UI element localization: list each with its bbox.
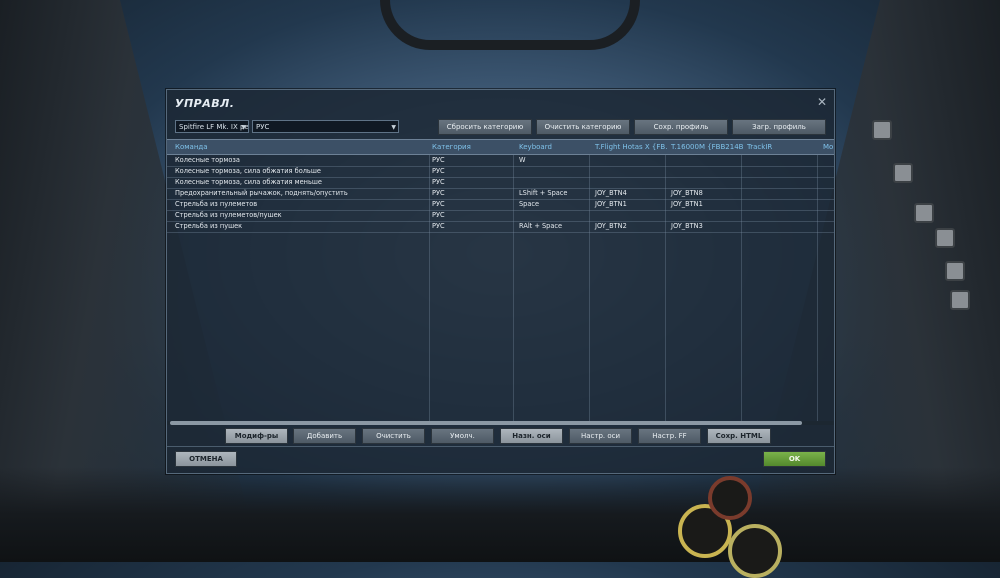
aircraft-select-value: Spitfire LF Mk. IX ре (179, 123, 249, 131)
footer-divider (167, 446, 834, 447)
cell-command[interactable]: Стрельба из пушек (172, 221, 428, 232)
dialog-title: УПРАВЛ. (175, 97, 235, 110)
cockpit-rivet (872, 120, 892, 140)
cell-tflight-hotas[interactable] (592, 155, 668, 166)
cell-t16000m[interactable]: JOY_BTN3 (668, 221, 744, 232)
cockpit-gauge (708, 476, 752, 520)
cell-t16000m[interactable] (668, 155, 744, 166)
table-row[interactable]: Стрельба из пушек РУС RAlt + Space JOY_BTN2… (167, 221, 834, 233)
ff-tune-button[interactable]: Настр. FF (638, 428, 701, 444)
cockpit-rivet (893, 163, 913, 183)
cancel-button[interactable]: ОТМЕНА (175, 451, 237, 467)
cell-trackir[interactable] (744, 177, 820, 188)
cell-t16000m[interactable] (668, 166, 744, 177)
cell-tflight-hotas[interactable]: JOY_BTN4 (592, 188, 668, 199)
cockpit-rivet (945, 261, 965, 281)
column-header-trackir[interactable]: TrackIR (744, 140, 820, 154)
cell-command[interactable]: Колесные тормоза (172, 155, 428, 166)
cell-category[interactable]: РУС (429, 166, 515, 177)
cell-trackir[interactable] (744, 199, 820, 210)
horizontal-scrollbar[interactable] (167, 421, 834, 425)
cell-t16000m[interactable]: JOY_BTN8 (668, 188, 744, 199)
cell-command[interactable]: Предохранительный рычажок, поднять/опуст… (172, 188, 428, 199)
cell-trackir[interactable] (744, 221, 820, 232)
cell-category[interactable]: РУС (429, 155, 515, 166)
chevron-down-icon: ▼ (391, 124, 396, 131)
cell-command[interactable]: Стрельба из пулеметов (172, 199, 428, 210)
add-button[interactable]: Добавить (293, 428, 356, 444)
cockpit-dashboard (0, 467, 1000, 562)
cell-trackir[interactable] (744, 166, 820, 177)
category-select[interactable]: РУС ▼ (252, 120, 399, 133)
cell-tflight-hotas[interactable]: JOY_BTN1 (592, 199, 668, 210)
cell-trackir[interactable] (744, 188, 820, 199)
cockpit-rivet (950, 290, 970, 310)
cell-trackir[interactable] (744, 155, 820, 166)
cell-keyboard[interactable]: RAlt + Space (516, 221, 592, 232)
cell-command[interactable]: Стрельба из пулеметов/пушек (172, 210, 428, 221)
cockpit-gauge (728, 524, 782, 578)
column-header-mouse[interactable]: Mo (820, 140, 834, 154)
aircraft-select[interactable]: Spitfire LF Mk. IX ре ▼ (175, 120, 249, 133)
cockpit-rivet (935, 228, 955, 248)
chevron-down-icon: ▼ (241, 124, 246, 131)
cell-category[interactable]: РУС (429, 221, 515, 232)
save-html-button[interactable]: Сохр. HTML (707, 428, 771, 444)
cell-t16000m[interactable]: JOY_BTN1 (668, 199, 744, 210)
column-header-category[interactable]: Категория (429, 140, 515, 154)
save-profile-button[interactable]: Сохр. профиль (634, 119, 728, 135)
cell-trackir[interactable] (744, 210, 820, 221)
cell-keyboard[interactable] (516, 177, 592, 188)
axis-tune-button[interactable]: Настр. оси (569, 428, 632, 444)
cell-keyboard[interactable]: W (516, 155, 592, 166)
close-icon[interactable]: ✕ (816, 96, 828, 108)
cockpit-rivet (914, 203, 934, 223)
ok-button[interactable]: OK (763, 451, 826, 467)
scrollbar-thumb[interactable] (170, 421, 802, 425)
assign-axes-button[interactable]: Назн. оси (500, 428, 563, 444)
column-header-command[interactable]: Команда (172, 140, 430, 154)
category-select-value: РУС (256, 123, 270, 131)
reset-category-button[interactable]: Сбросить категорию (438, 119, 532, 135)
cell-keyboard[interactable] (516, 166, 592, 177)
default-button[interactable]: Умолч. (431, 428, 494, 444)
cell-tflight-hotas[interactable] (592, 166, 668, 177)
bindings-table: Команда Категория Keyboard T.Flight Hota… (167, 139, 834, 421)
controls-dialog: УПРАВЛ. ✕ Spitfire LF Mk. IX ре ▼ РУС ▼ … (166, 89, 835, 474)
cell-tflight-hotas[interactable] (592, 177, 668, 188)
cell-category[interactable]: РУС (429, 188, 515, 199)
cell-tflight-hotas[interactable]: JOY_BTN2 (592, 221, 668, 232)
cockpit-frame-top (380, 0, 640, 50)
column-header-keyboard[interactable]: Keyboard (516, 140, 592, 154)
cell-category[interactable]: РУС (429, 210, 515, 221)
cell-t16000m[interactable] (668, 210, 744, 221)
table-header: Команда Категория Keyboard T.Flight Hota… (167, 139, 834, 155)
cell-keyboard[interactable] (516, 210, 592, 221)
clear-button[interactable]: Очистить (362, 428, 425, 444)
cell-keyboard[interactable]: Space (516, 199, 592, 210)
cell-keyboard[interactable]: LShift + Space (516, 188, 592, 199)
cell-command[interactable]: Колесные тормоза, сила обжатия меньше (172, 177, 428, 188)
modifiers-button[interactable]: Модиф-ры (225, 428, 288, 444)
cell-command[interactable]: Колесные тормоза, сила обжатия больше (172, 166, 428, 177)
cell-tflight-hotas[interactable] (592, 210, 668, 221)
cell-category[interactable]: РУС (429, 177, 515, 188)
column-header-tflight-hotas[interactable]: T.Flight Hotas X {FB... (592, 140, 668, 154)
column-header-t16000m[interactable]: T.16000M {FBB214B... (668, 140, 744, 154)
load-profile-button[interactable]: Загр. профиль (732, 119, 826, 135)
clear-category-button[interactable]: Очистить категорию (536, 119, 630, 135)
cell-category[interactable]: РУС (429, 199, 515, 210)
cell-t16000m[interactable] (668, 177, 744, 188)
